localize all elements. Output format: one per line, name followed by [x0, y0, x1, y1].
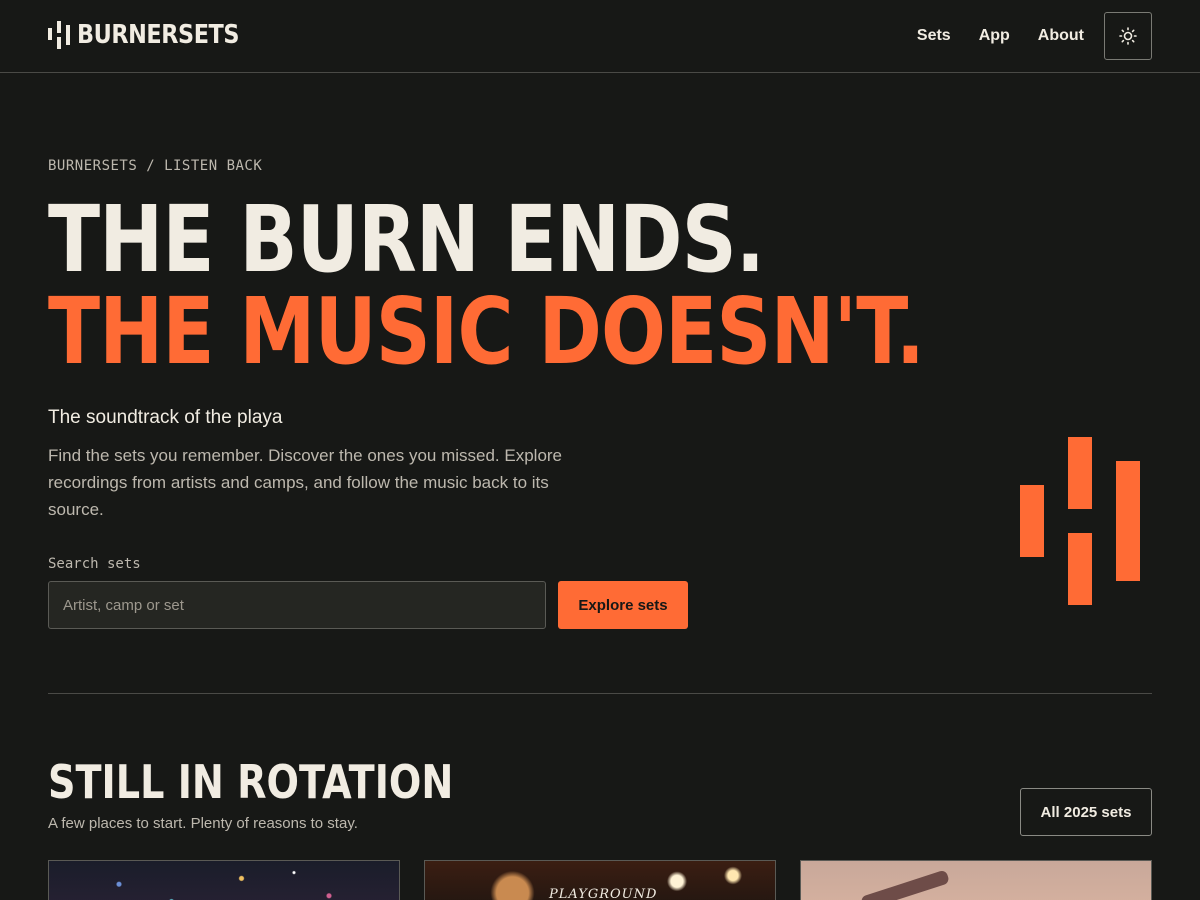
set-card-2[interactable]: PLAYGROUND [424, 860, 776, 900]
main-nav: Sets App About [889, 24, 1084, 48]
search-label: Search sets [48, 556, 141, 572]
section-title: STILL IN ROTATION [48, 755, 454, 809]
hero-description: Find the sets you remember. Discover the… [48, 446, 563, 519]
set-card-1[interactable] [48, 860, 400, 900]
nav-about[interactable]: About [1038, 24, 1084, 48]
explore-sets-button[interactable]: Explore sets [558, 581, 688, 629]
nav-app[interactable]: App [979, 24, 1010, 48]
brand-mark-graphic [1020, 437, 1140, 605]
site-header: BURNERSETS Sets App About [0, 0, 1200, 73]
card-2-logo-text: PLAYGROUND [549, 887, 658, 900]
search-input[interactable] [48, 581, 546, 629]
all-sets-button[interactable]: All 2025 sets [1020, 788, 1152, 836]
section-subtitle: A few places to start. Plenty of reasons… [48, 815, 358, 832]
hero-headline: THE BURN ENDS. THE MUSIC DOESN'T. [48, 186, 925, 385]
section-divider [48, 693, 1152, 694]
sun-icon [1119, 27, 1137, 45]
nav-sets[interactable]: Sets [917, 24, 951, 48]
set-card-3[interactable] [800, 860, 1152, 900]
logo-text: BURNERSETS [77, 20, 240, 50]
logo-icon [48, 21, 70, 49]
headline-line-2: THE MUSIC DOESN'T. [48, 278, 925, 385]
logo-link[interactable]: BURNERSETS [48, 20, 265, 50]
hero-subtitle: The soundtrack of the playa [48, 407, 283, 428]
theme-toggle-button[interactable] [1104, 12, 1152, 60]
headline-line-1: THE BURN ENDS. [48, 186, 765, 293]
breadcrumb: BURNERSETS / LISTEN BACK [48, 158, 263, 174]
